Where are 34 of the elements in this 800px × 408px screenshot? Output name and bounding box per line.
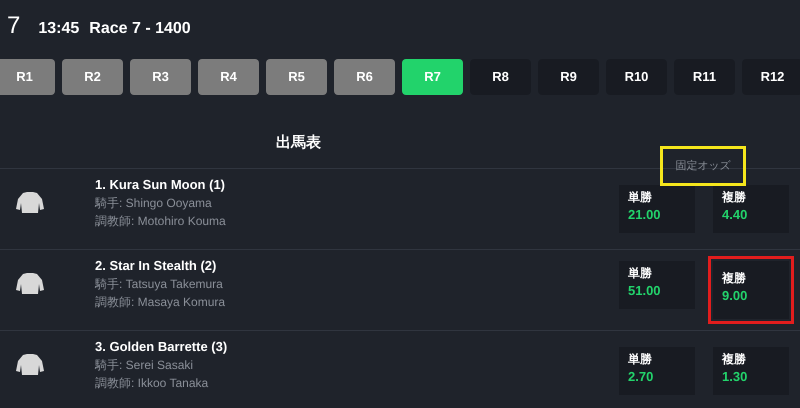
runner-name: 1. Kura Sun Moon (1)	[95, 176, 226, 194]
odds-button[interactable]: 複勝 4.40	[713, 185, 789, 233]
odds-button[interactable]: 単勝 2.70	[619, 347, 695, 395]
odds-button[interactable]: 単勝 51.00	[619, 261, 695, 309]
jockey-shirt-icon	[14, 191, 46, 215]
race-tab[interactable]: R8	[470, 59, 531, 95]
race-tab[interactable]: R12	[742, 59, 800, 95]
jockey-name: 騎手: Tatsuya Takemura	[95, 276, 224, 293]
odds-header: 固定オッズ	[660, 146, 746, 186]
trainer-name: 調教師: Motohiro Kouma	[95, 213, 227, 230]
race-tab[interactable]: R5	[266, 59, 327, 95]
odds-button[interactable]: 複勝 1.30	[713, 347, 789, 395]
race-title: Race 7 - 1400	[89, 19, 191, 39]
trainer-name: 調教師: Ikkoo Tanaka	[95, 375, 210, 392]
race-number: 7	[7, 11, 20, 41]
race-tab[interactable]: R4	[198, 59, 259, 95]
race-tab[interactable]: R3	[130, 59, 191, 95]
runner-name: 3. Golden Barrette (3)	[95, 338, 228, 356]
race-tab[interactable]: R6	[334, 59, 395, 95]
race-tab[interactable]: R2	[62, 59, 123, 95]
race-tab[interactable]: R1	[0, 59, 55, 95]
jockey-name: 騎手: Serei Sasaki	[95, 357, 194, 374]
race-tab[interactable]: R10	[606, 59, 667, 95]
odds-button[interactable]: 複勝 9.00	[713, 261, 789, 319]
jockey-shirt-icon	[14, 353, 46, 377]
race-tab[interactable]: R9	[538, 59, 599, 95]
race-time: 13:45	[38, 19, 80, 39]
race-tab[interactable]: R11	[674, 59, 735, 95]
section-title: 出馬表	[276, 132, 321, 152]
jockey-shirt-icon	[14, 272, 46, 296]
runner-name: 2. Star In Stealth (2)	[95, 257, 218, 275]
trainer-name: 調教師: Masaya Komura	[95, 294, 226, 311]
jockey-name: 騎手: Shingo Ooyama	[95, 195, 213, 212]
odds-button[interactable]: 単勝 21.00	[619, 185, 695, 233]
